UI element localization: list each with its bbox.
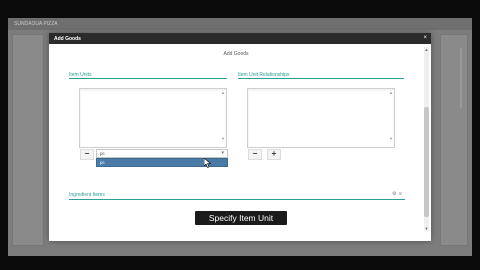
scroll-down-icon[interactable]: ▼: [424, 226, 429, 231]
dialog-title: Add Goods: [54, 36, 81, 42]
unit-select[interactable]: pc ▾: [96, 149, 228, 158]
bg-scroll: [460, 48, 462, 108]
item-units-list-scrollbar[interactable]: ▲ ▼: [221, 91, 225, 143]
scroll-down-icon[interactable]: ▼: [221, 137, 225, 141]
relationships-list-scrollbar[interactable]: ▲ ▼: [389, 91, 393, 143]
screen-frame: SUNDAOUA PIZZA Add Goods × Add Goods Ite…: [0, 0, 480, 270]
chevron-down-icon[interactable]: ▾: [221, 150, 224, 157]
scroll-down-icon[interactable]: ▼: [389, 137, 393, 141]
gear-icon[interactable]: ⚙: [392, 191, 396, 197]
section-rule-item-unit-relationships: [238, 78, 404, 79]
caption-subtitle: Specify Item Unit: [195, 211, 287, 225]
mouse-cursor-icon: [204, 158, 212, 168]
add-relationship-button[interactable]: +: [267, 149, 281, 160]
dialog-subtitle: Add Goods: [223, 51, 249, 57]
item-unit-relationships-list[interactable]: ▲ ▼: [247, 88, 395, 148]
bg-sidebar: [12, 34, 44, 246]
list-icon[interactable]: ≡: [399, 191, 402, 197]
add-goods-dialog: Add Goods × Add Goods Item Units ▲ ▼ − I…: [49, 33, 431, 241]
scrollbar-thumb[interactable]: [424, 107, 429, 217]
unit-option-label: pc: [100, 160, 105, 165]
app-titlebar: SUNDAOUA PIZZA: [8, 18, 472, 30]
unit-select-value: pc: [100, 151, 105, 156]
bg-right-panel: [440, 34, 468, 246]
dialog-body: Add Goods Item Units ▲ ▼ − Item Unit Rel…: [49, 44, 423, 229]
remove-relationship-button[interactable]: −: [248, 149, 262, 160]
dialog-header: Add Goods ×: [49, 33, 431, 44]
scroll-up-icon[interactable]: ▲: [424, 47, 429, 52]
dialog-scrollbar[interactable]: ▲ ▼: [424, 47, 429, 231]
scroll-up-icon[interactable]: ▲: [221, 91, 225, 95]
remove-unit-button[interactable]: −: [80, 149, 94, 160]
section-rule-item-units: [69, 78, 227, 79]
app-title: SUNDAOUA PIZZA: [14, 21, 58, 27]
close-icon[interactable]: ×: [423, 35, 427, 41]
section-label-ingredient-items: Ingredient Items: [69, 192, 105, 198]
item-units-list[interactable]: ▲ ▼: [79, 88, 227, 148]
scroll-up-icon[interactable]: ▲: [389, 91, 393, 95]
section-rule-ingredient-items: [69, 199, 405, 200]
